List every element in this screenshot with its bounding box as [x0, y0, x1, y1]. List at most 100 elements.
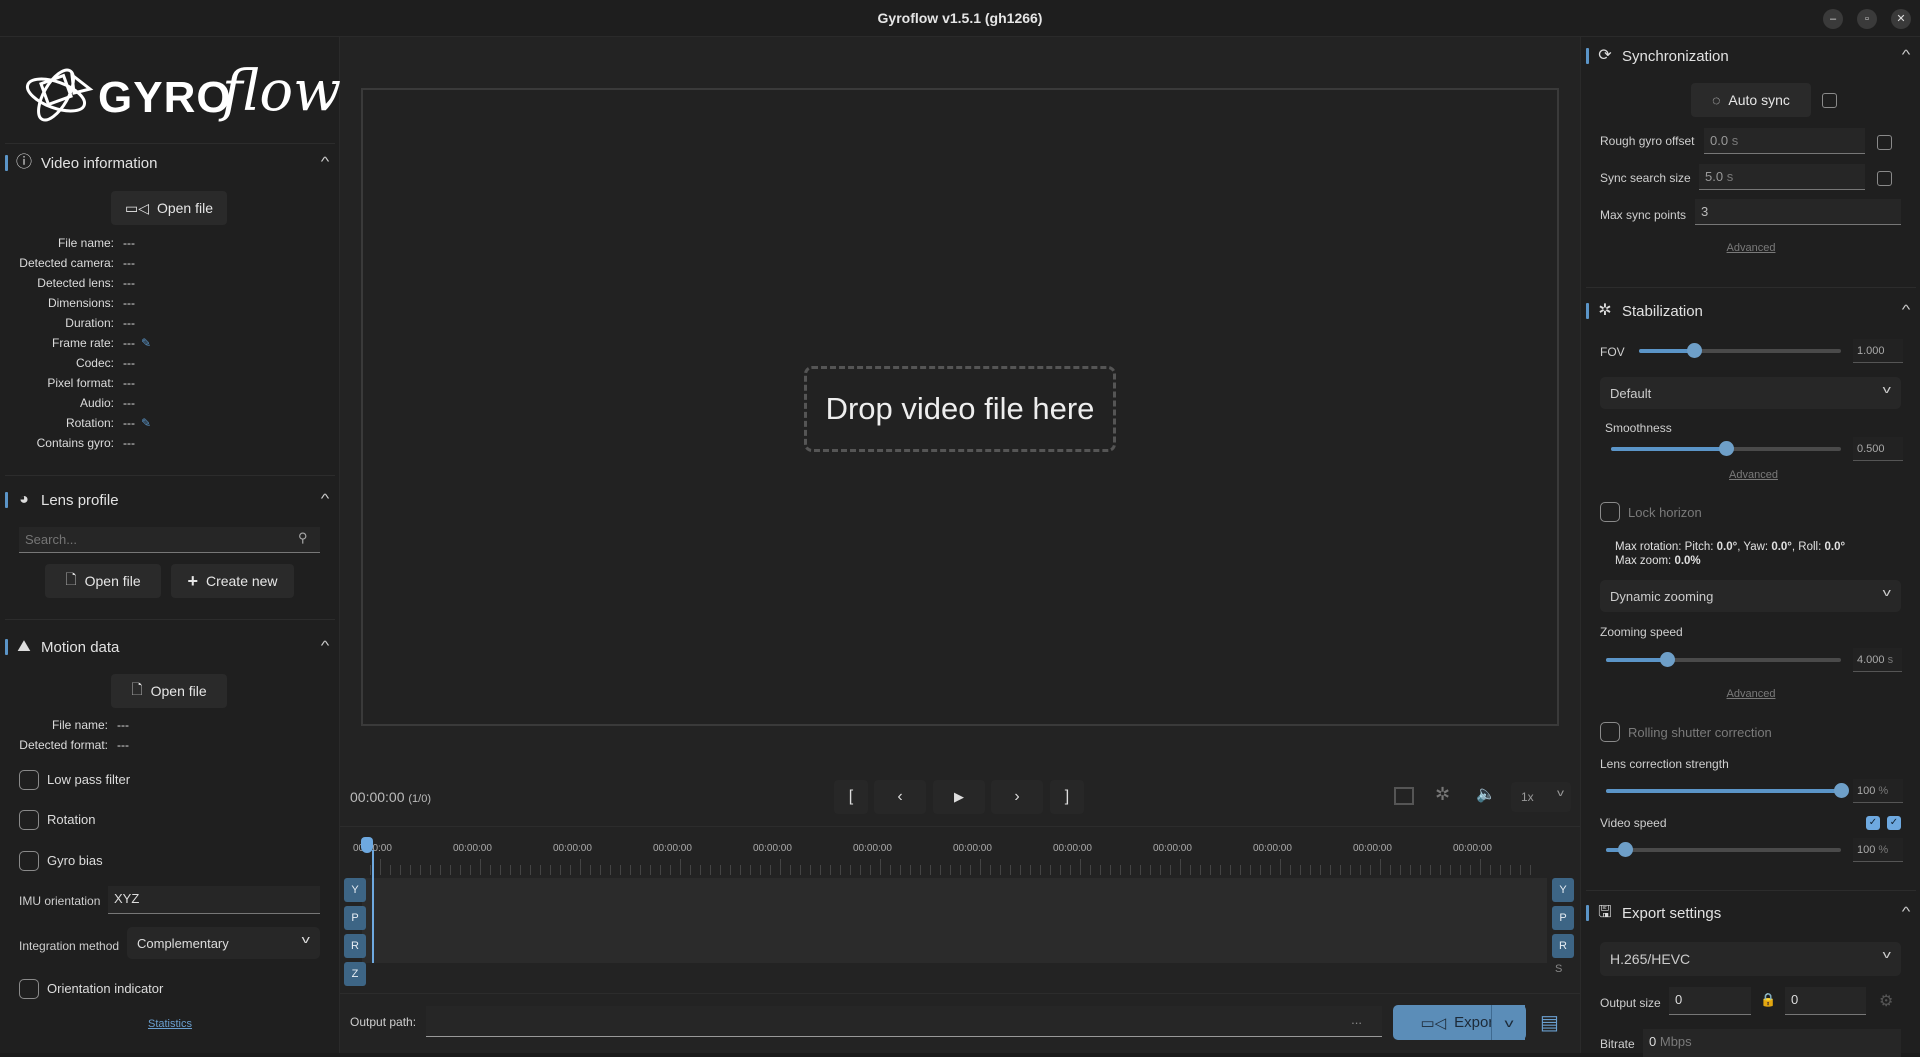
lens-open-file-button[interactable]: 🗋 Open file	[45, 564, 161, 598]
video-info-header[interactable]: ⓘ Video information ^	[0, 148, 340, 178]
ruler-tick	[1090, 865, 1091, 875]
lens-correction-slider[interactable]	[1606, 783, 1849, 798]
axis-toggle-r[interactable]: R	[1552, 934, 1574, 958]
gyro-bias-checkbox[interactable]	[19, 851, 39, 871]
gear-icon[interactable]: ⚙	[1879, 991, 1893, 1011]
chevron-up-icon[interactable]: ^	[321, 638, 330, 653]
timeline-ruler[interactable]	[340, 857, 1580, 877]
ruler-tick	[400, 865, 401, 875]
lens-search-input[interactable]	[19, 527, 320, 553]
axis-toggle-p[interactable]: P	[1552, 906, 1574, 930]
fov-slider[interactable]	[1639, 343, 1841, 358]
lock-horizon-checkbox[interactable]	[1600, 502, 1620, 522]
timeline-track[interactable]	[362, 878, 1547, 963]
pencil-icon[interactable]: ✎	[141, 416, 151, 430]
axis-toggle-y[interactable]: Y	[1552, 878, 1574, 902]
zooming-advanced-link[interactable]: Advanced	[1581, 688, 1920, 700]
smoothness-value-input[interactable]: 0.500	[1853, 437, 1903, 461]
stabilization-header[interactable]: ✲ Stabilization ^	[1581, 296, 1920, 326]
low-pass-filter-checkbox[interactable]	[19, 770, 39, 790]
sync-search-checkbox[interactable]	[1877, 171, 1892, 186]
ruler-tick	[450, 865, 451, 875]
codec-select[interactable]: H.265/HEVC v	[1600, 942, 1901, 976]
drop-zone[interactable]: Drop video file here	[804, 366, 1116, 452]
axis-toggle-r[interactable]: R	[344, 934, 366, 958]
chevron-up-icon[interactable]: ^	[321, 491, 330, 506]
rough-offset-input[interactable]: 0.0 s	[1704, 128, 1865, 154]
rotation-checkbox[interactable]	[19, 810, 39, 830]
imu-orientation-input[interactable]: XYZ	[108, 886, 320, 914]
volume-icon[interactable]: 🔈	[1476, 784, 1496, 804]
rough-offset-checkbox[interactable]	[1877, 135, 1892, 150]
fov-value-input[interactable]: 1.000	[1853, 339, 1903, 363]
window-title: Gyroflow v1.5.1 (gh1266)	[877, 10, 1043, 26]
chevron-up-icon[interactable]: ^	[1902, 47, 1911, 62]
auto-sync-button[interactable]: ◌ Auto sync	[1691, 83, 1811, 117]
ruler-tick	[520, 865, 521, 875]
ruler-tick	[1340, 865, 1341, 875]
info-value: ---	[123, 276, 135, 290]
search-icon[interactable]: ⚲	[298, 530, 308, 546]
motion-data-header[interactable]: ⛰ Motion data ^	[0, 632, 340, 662]
output-height-input[interactable]: 0	[1785, 987, 1866, 1015]
close-button[interactable]: ✕	[1891, 9, 1911, 29]
max-sync-points-input[interactable]: 3	[1695, 199, 1901, 225]
axis-toggle-y[interactable]: Y	[344, 878, 366, 902]
sync-search-input[interactable]: 5.0 s	[1699, 164, 1865, 190]
next-frame-button[interactable]: ›	[991, 780, 1043, 814]
set-in-point-button[interactable]: [	[834, 780, 868, 814]
play-button[interactable]: ▶	[933, 780, 985, 814]
set-out-point-button[interactable]: ]	[1050, 780, 1084, 814]
info-key: Contains gyro:	[36, 436, 114, 450]
video-speed-checkbox-1[interactable]: ✓	[1866, 816, 1880, 830]
video-open-file-button[interactable]: ▭◁ Open file	[111, 191, 227, 225]
lens-profile-header[interactable]: ◕ Lens profile ^	[0, 485, 340, 515]
maximize-button[interactable]: ▫	[1857, 9, 1877, 29]
smoothness-slider[interactable]	[1611, 441, 1841, 456]
video-speed-value[interactable]: 100	[1857, 844, 1875, 856]
fullscreen-icon[interactable]	[1394, 787, 1414, 805]
sync-header[interactable]: ⟳ Synchronization ^	[1581, 41, 1920, 71]
playback-speed-select[interactable]: 1x v	[1511, 782, 1571, 812]
output-width-input[interactable]: 0	[1669, 987, 1751, 1015]
output-path-input[interactable]: ...	[426, 1006, 1382, 1037]
video-speed-slider[interactable]	[1606, 842, 1841, 857]
axis-toggle-p[interactable]: P	[344, 906, 366, 930]
ruler-tick	[730, 865, 731, 875]
ruler-tick	[820, 865, 821, 875]
browse-button[interactable]: ...	[1351, 1012, 1362, 1027]
integration-method-select[interactable]: Complementary v	[127, 927, 320, 959]
ruler-tick	[1020, 865, 1021, 875]
zooming-speed-slider[interactable]	[1606, 652, 1841, 667]
chevron-up-icon[interactable]: ^	[321, 154, 330, 169]
ruler-tick	[1510, 865, 1511, 875]
render-queue-icon[interactable]: ▤	[1540, 1010, 1559, 1035]
stabilization-toggle-icon[interactable]: ✲	[1435, 784, 1450, 805]
lock-icon[interactable]: 🔒	[1760, 992, 1776, 1008]
sync-advanced-link[interactable]: Advanced	[1581, 242, 1920, 254]
smoothing-method-select[interactable]: Default v	[1600, 377, 1901, 409]
rolling-shutter-checkbox[interactable]	[1600, 722, 1620, 742]
axis-label-s[interactable]: S	[1555, 963, 1562, 975]
export-dropdown-button[interactable]: v	[1491, 1005, 1526, 1040]
chevron-up-icon[interactable]: ^	[1902, 904, 1911, 919]
lens-correction-value[interactable]: 100	[1857, 785, 1875, 797]
pencil-icon[interactable]: ✎	[141, 336, 151, 350]
previous-frame-button[interactable]: ‹	[874, 780, 926, 814]
ruler-tick	[1520, 865, 1521, 875]
export-settings-header[interactable]: 🖫 Export settings ^	[1581, 898, 1920, 928]
auto-sync-checkbox[interactable]	[1822, 93, 1837, 108]
video-speed-checkbox-2[interactable]: ✓	[1887, 816, 1901, 830]
zooming-mode-select[interactable]: Dynamic zooming v	[1600, 580, 1901, 612]
lens-create-new-button[interactable]: + Create new	[171, 564, 294, 598]
stabilization-advanced-link[interactable]: Advanced	[1581, 469, 1920, 481]
statistics-link[interactable]: Statistics	[0, 1018, 340, 1030]
ruler-tick	[870, 865, 871, 875]
minimize-button[interactable]: –	[1823, 9, 1843, 29]
chevron-up-icon[interactable]: ^	[1902, 302, 1911, 317]
video-viewport[interactable]: Drop video file here	[361, 88, 1559, 726]
orientation-indicator-checkbox[interactable]	[19, 979, 39, 999]
zooming-speed-value[interactable]: 4.000	[1857, 654, 1885, 666]
axis-toggle-z[interactable]: Z	[344, 962, 366, 986]
motion-open-file-button[interactable]: 🗋 Open file	[111, 674, 227, 708]
